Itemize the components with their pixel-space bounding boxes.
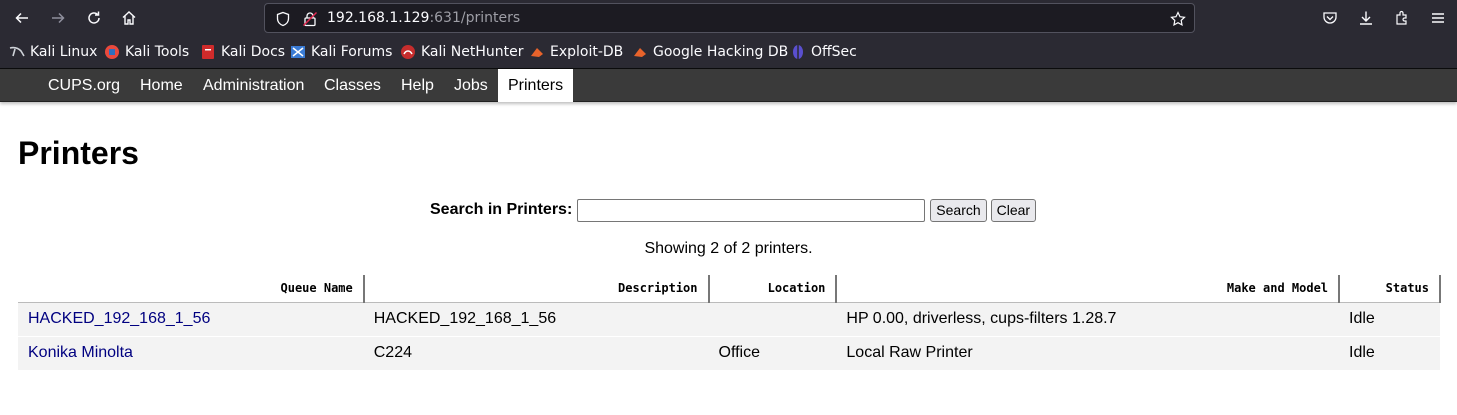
bookmark-label: Google Hacking DB (653, 44, 789, 60)
table-header-row: Queue Name Description Location Make and… (18, 275, 1441, 303)
exploit-db-icon (529, 44, 545, 60)
bookmark-label: Kali Forums (311, 44, 393, 60)
bookmark-label: Exploit-DB (550, 44, 624, 60)
table-row: HACKED_192_168_1_56 HACKED_192_168_1_56 … (18, 302, 1440, 337)
kali-docs-icon (200, 44, 216, 60)
bookmark-label: Kali Docs (221, 44, 286, 60)
results-count: Showing 2 of 2 printers. (644, 240, 813, 257)
bookmark-label: OffSec (811, 44, 857, 60)
printer-link[interactable]: HACKED_192_168_1_56 (28, 310, 210, 327)
shield-icon[interactable] (274, 10, 292, 28)
home-icon[interactable] (115, 4, 143, 32)
clear-button[interactable]: Clear (990, 198, 1037, 222)
offsec-icon (790, 44, 806, 60)
search-button[interactable]: Search (930, 198, 987, 222)
browser-toolbar: 192.168.1.129:631/printers (0, 0, 1457, 36)
nav-cups-org[interactable]: CUPS.org (38, 69, 130, 102)
col-status[interactable]: Status (1339, 275, 1441, 303)
extensions-icon[interactable] (1388, 4, 1416, 32)
kali-dragon-icon (9, 44, 25, 60)
ghdb-icon (632, 44, 648, 60)
bookmark-star-icon[interactable] (1169, 10, 1187, 28)
bookmark-kali-nethunter[interactable]: Kali NetHunter (400, 43, 523, 61)
nethunter-icon (400, 44, 416, 60)
status-cell: Idle (1339, 336, 1440, 370)
search-label: Search in Printers: (430, 201, 573, 218)
bookmark-exploit-db[interactable]: Exploit-DB (529, 43, 623, 61)
description-cell: HACKED_192_168_1_56 (363, 302, 709, 337)
make-model-cell: HP 0.00, driverless, cups-filters 1.28.7 (836, 302, 1340, 337)
printer-link[interactable]: Konika Minolta (28, 344, 133, 361)
nav-classes[interactable]: Classes (314, 69, 391, 102)
bookmark-kali-linux[interactable]: Kali Linux (9, 43, 97, 61)
url-path: :631/printers (429, 10, 521, 26)
url-host: 192.168.1.129 (327, 10, 430, 26)
back-arrow-icon[interactable] (8, 4, 36, 32)
insecure-lock-icon[interactable] (301, 10, 319, 28)
nav-help[interactable]: Help (391, 69, 444, 102)
bookmark-label: Kali Tools (125, 44, 190, 60)
url-text[interactable]: 192.168.1.129:631/printers (327, 10, 520, 26)
table-row: Konika Minolta C224 Office Local Raw Pri… (18, 336, 1440, 370)
bookmark-label: Kali NetHunter (421, 44, 524, 60)
nav-home[interactable]: Home (130, 69, 193, 102)
kali-forums-icon (290, 44, 306, 60)
cups-nav-bar: CUPS.org Home Administration Classes Hel… (0, 69, 1457, 102)
bookmark-label: Kali Linux (30, 44, 98, 60)
queue-name-cell: HACKED_192_168_1_56 (18, 302, 364, 337)
nav-printers[interactable]: Printers (498, 69, 574, 102)
reload-icon[interactable] (80, 4, 108, 32)
location-cell: Office (708, 336, 837, 370)
make-model-cell: Local Raw Printer (836, 336, 1340, 370)
bookmark-kali-tools[interactable]: Kali Tools (104, 43, 189, 61)
forward-arrow-icon[interactable] (44, 4, 72, 32)
col-location[interactable]: Location (708, 275, 838, 303)
pocket-icon[interactable] (1316, 4, 1344, 32)
nav-jobs[interactable]: Jobs (444, 69, 498, 102)
search-input[interactable] (577, 198, 926, 222)
kali-tools-icon (104, 44, 120, 60)
location-cell (708, 302, 837, 337)
menu-icon[interactable] (1424, 4, 1452, 32)
status-cell: Idle (1339, 302, 1440, 337)
page-title: Printers (18, 135, 139, 171)
queue-name-cell: Konika Minolta (18, 336, 364, 370)
bookmark-kali-docs[interactable]: Kali Docs (200, 43, 285, 61)
nav-administration[interactable]: Administration (193, 69, 314, 102)
col-description[interactable]: Description (363, 275, 710, 303)
address-bar[interactable]: 192.168.1.129:631/printers (264, 3, 1195, 33)
col-make-and-model[interactable]: Make and Model (836, 275, 1341, 303)
bookmark-offsec[interactable]: OffSec (790, 43, 857, 61)
col-queue-name[interactable]: Queue Name (18, 275, 365, 303)
bookmarks-toolbar: Kali Linux Kali Tools Kali Docs Kali For… (0, 36, 1457, 69)
downloads-icon[interactable] (1352, 4, 1380, 32)
search-form: Search in Printers: Search Clear (430, 197, 1040, 223)
printers-table: Queue Name Description Location Make and… (18, 275, 1441, 370)
description-cell: C224 (363, 336, 709, 370)
bookmark-kali-forums[interactable]: Kali Forums (290, 43, 392, 61)
bookmark-google-hacking-db[interactable]: Google Hacking DB (632, 43, 788, 61)
